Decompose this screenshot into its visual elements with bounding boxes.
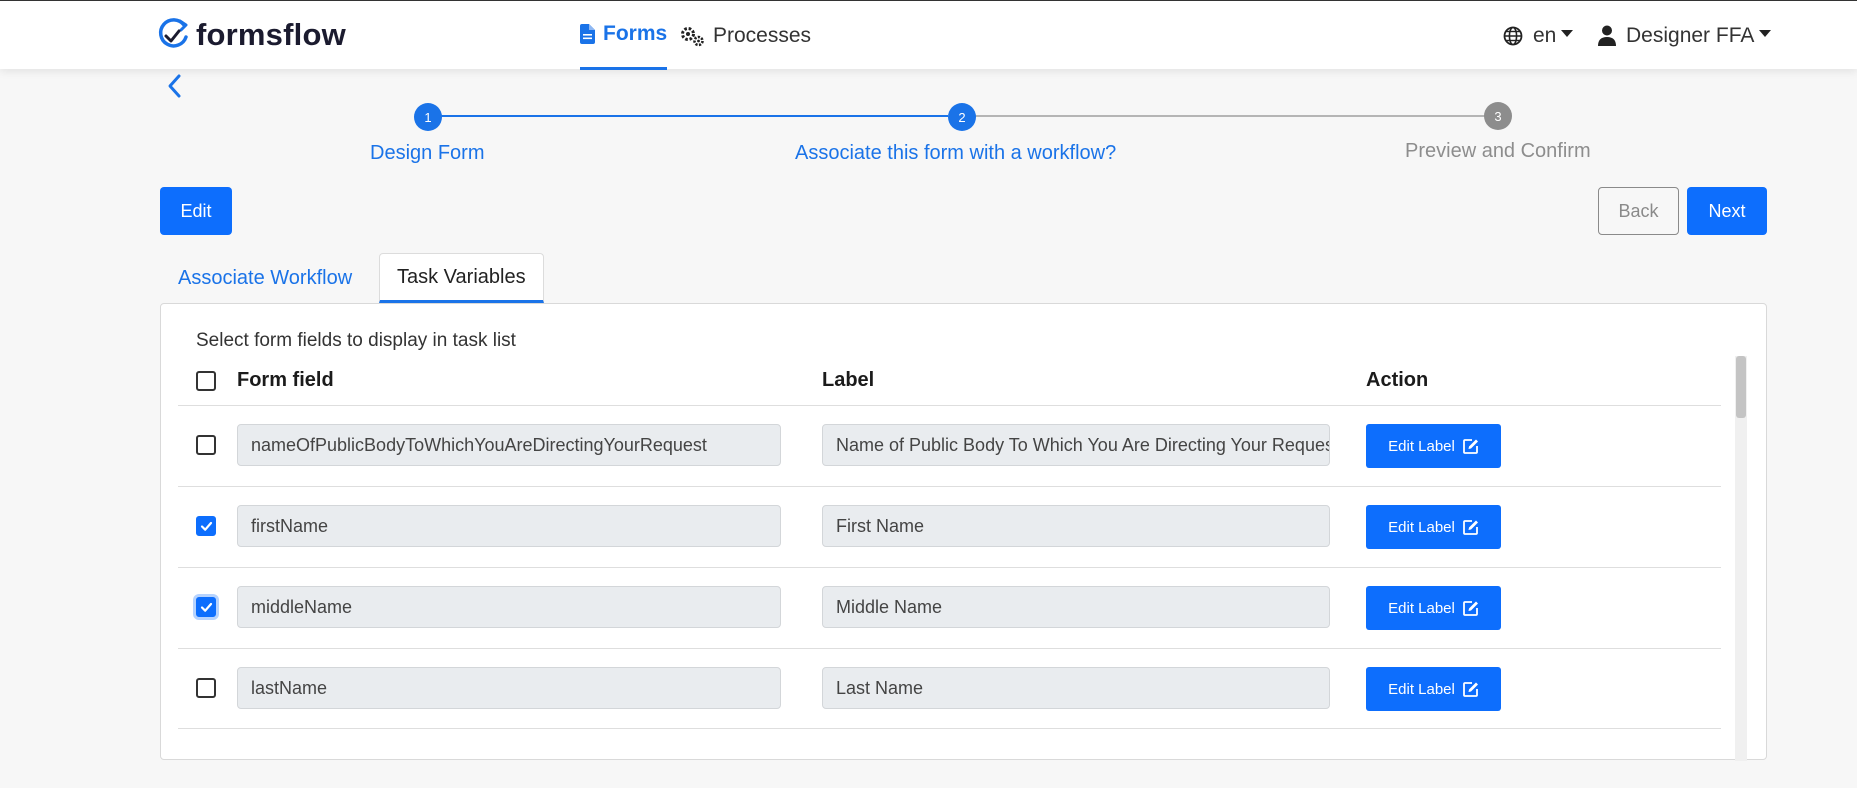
form-field-input[interactable]: nameOfPublicBodyToWhichYouAreDirectingYo… <box>237 424 781 466</box>
column-header-label: Label <box>822 369 875 391</box>
language-label: en <box>1533 23 1557 47</box>
column-header-action: Action <box>1366 369 1429 391</box>
step-2-indicator: 2 <box>948 103 976 131</box>
globe-icon <box>1503 26 1523 45</box>
step-1-indicator: 1 <box>414 103 442 131</box>
edit-label-button[interactable]: Edit Label <box>1366 586 1501 630</box>
file-icon <box>580 24 595 44</box>
edit-label-text: Edit Label <box>1388 437 1455 455</box>
table-row: lastName Last Name Edit Label <box>178 648 1721 729</box>
form-field-input[interactable]: firstName <box>237 505 781 547</box>
edit-label-button[interactable]: Edit Label <box>1366 667 1501 711</box>
column-header-form-field: Form field <box>237 369 334 391</box>
edit-icon <box>1462 682 1478 697</box>
label-input[interactable]: Last Name <box>822 667 1330 709</box>
chevron-down-icon <box>1561 30 1574 37</box>
task-variables-caption: Select form fields to display in task li… <box>196 330 516 351</box>
stepper-line-complete <box>428 115 948 117</box>
brand-name: formsflow <box>196 17 346 52</box>
table-row: middleName Middle Name Edit Label <box>178 567 1721 648</box>
table-row: nameOfPublicBodyToWhichYouAreDirectingYo… <box>178 405 1721 486</box>
task-variables-panel: Select form fields to display in task li… <box>160 303 1767 761</box>
nav-processes[interactable]: Processes <box>679 1 811 70</box>
step-2-label: Associate this form with a workflow? <box>795 142 1117 164</box>
table-scrollbar-thumb[interactable] <box>1736 356 1746 418</box>
table-row: firstName First Name Edit Label <box>178 486 1721 567</box>
edit-icon <box>1462 439 1478 454</box>
user-name: Designer FFA <box>1626 23 1755 47</box>
select-all-checkbox[interactable] <box>196 371 216 391</box>
edit-label-text: Edit Label <box>1388 599 1455 617</box>
top-navbar: formsflow Forms Processes en Designer FF… <box>0 0 1857 70</box>
language-dropdown[interactable]: en <box>1503 1 1574 70</box>
gears-icon <box>681 26 704 46</box>
row-checkbox[interactable] <box>196 678 216 698</box>
nav-forms[interactable]: Forms <box>580 1 668 70</box>
edit-icon <box>1462 520 1478 535</box>
back-chevron-icon[interactable] <box>164 73 186 99</box>
edit-label-button[interactable]: Edit Label <box>1366 424 1501 468</box>
stepper-line-pending <box>975 115 1497 117</box>
label-input[interactable]: Name of Public Body To Which You Are Dir… <box>822 424 1330 466</box>
formsflow-logo-icon <box>158 18 188 48</box>
tab-task-variables[interactable]: Task Variables <box>379 253 544 303</box>
edit-button[interactable]: Edit <box>160 187 232 235</box>
user-dropdown[interactable]: Designer FFA <box>1598 1 1772 70</box>
step-1-label: Design Form <box>370 142 485 164</box>
step-3-label: Preview and Confirm <box>1405 140 1591 162</box>
form-field-input[interactable]: middleName <box>237 586 781 628</box>
checkmark-icon <box>200 602 213 612</box>
user-icon <box>1598 25 1616 46</box>
checkmark-icon <box>200 521 213 531</box>
next-button[interactable]: Next <box>1687 187 1767 235</box>
step-3-indicator: 3 <box>1484 102 1512 130</box>
chevron-down-icon <box>1759 30 1772 37</box>
nav-processes-label: Processes <box>713 23 812 47</box>
label-input[interactable]: First Name <box>822 505 1330 547</box>
row-checkbox[interactable] <box>196 516 216 536</box>
label-input[interactable]: Middle Name <box>822 586 1330 628</box>
edit-icon <box>1462 601 1478 616</box>
brand[interactable]: formsflow <box>156 15 346 55</box>
edit-label-text: Edit Label <box>1388 518 1455 536</box>
row-checkbox[interactable] <box>196 435 216 455</box>
nav-forms-label: Forms <box>603 22 668 45</box>
edit-label-text: Edit Label <box>1388 680 1455 698</box>
back-button[interactable]: Back <box>1598 187 1679 235</box>
row-checkbox[interactable] <box>196 597 216 617</box>
form-field-input[interactable]: lastName <box>237 667 781 709</box>
edit-label-button[interactable]: Edit Label <box>1366 505 1501 549</box>
tab-associate-workflow[interactable]: Associate Workflow <box>178 253 352 303</box>
